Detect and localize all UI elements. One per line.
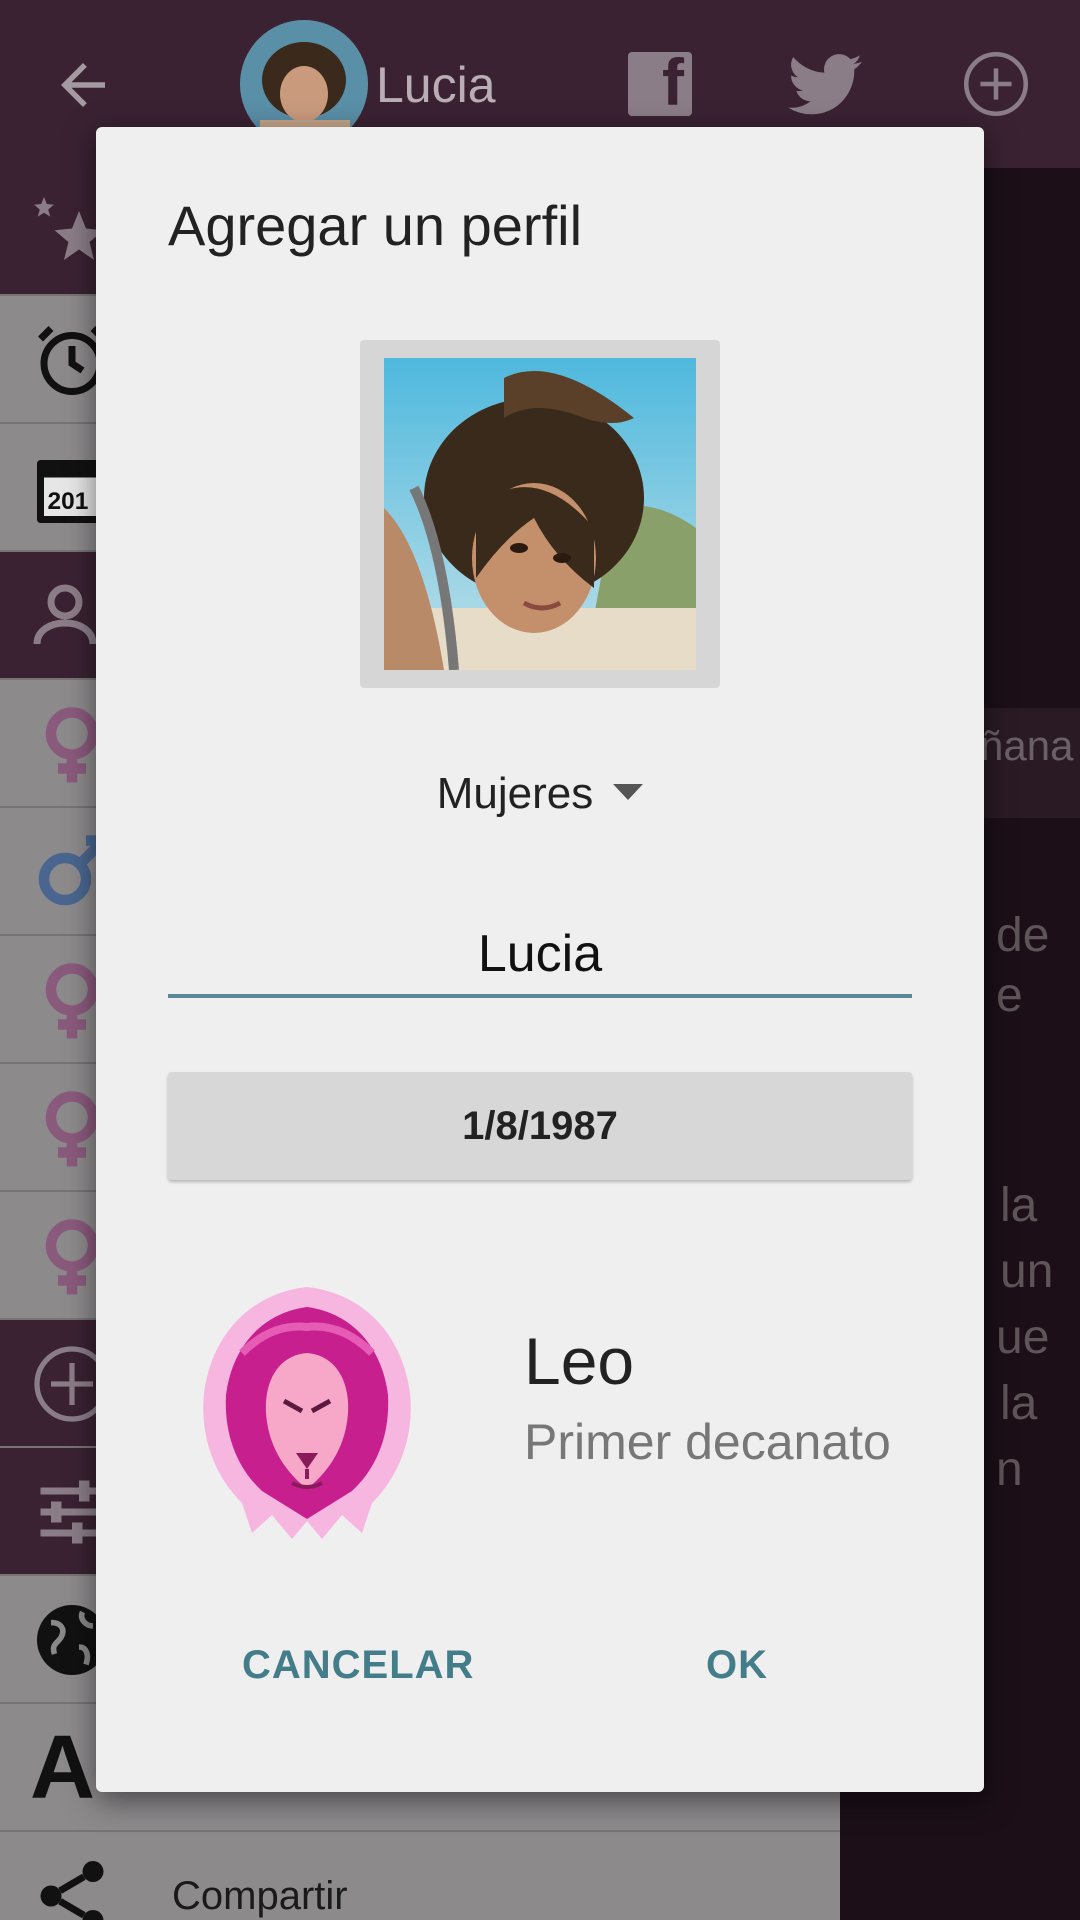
profile-photo (384, 358, 696, 670)
twitter-icon[interactable] (788, 54, 862, 116)
background-text-line: de (996, 909, 1050, 962)
profile-name-input[interactable] (168, 914, 912, 998)
share-icon (40, 1861, 104, 1920)
facebook-icon[interactable]: f (628, 45, 692, 119)
ok-button[interactable]: OK (706, 1643, 768, 1688)
background-text-line: la (1000, 1377, 1038, 1430)
background-text-line: e (996, 969, 1023, 1022)
drawer-label-share: Compartir (172, 1874, 348, 1918)
dialog-title: Agregar un perfil (168, 194, 583, 257)
background-tab-label: ñana (980, 722, 1074, 769)
background-text-line: n (996, 1443, 1023, 1496)
drawer-item-share[interactable] (0, 1832, 840, 1920)
zodiac-sign-name: Leo (524, 1324, 635, 1398)
profile-name: Lucia (376, 57, 496, 113)
dropdown-caret-icon (613, 784, 644, 800)
group-dropdown-value: Mujeres (436, 769, 594, 818)
add-circle-icon[interactable] (962, 50, 1030, 118)
background-text-line: un (1000, 1245, 1054, 1298)
background-text-line: ue (996, 1311, 1050, 1364)
back-arrow-icon[interactable] (50, 52, 116, 118)
background-text-line: la (1000, 1179, 1038, 1232)
birth-date-button[interactable]: 1/8/1987 (168, 1072, 912, 1180)
cancel-button[interactable]: CANCELAR (242, 1643, 474, 1688)
profile-photo-icon (384, 358, 696, 670)
svg-text:201: 201 (48, 488, 89, 515)
zodiac-decanate: Primer decanato (524, 1414, 891, 1470)
profile-photo-picker[interactable] (360, 340, 720, 688)
group-dropdown[interactable]: Mujeres (96, 769, 984, 819)
leo-lion-icon (203, 1287, 411, 1539)
add-profile-dialog: Agregar un perfil Mujeres Lucia 1/8/1987… (96, 127, 984, 1792)
